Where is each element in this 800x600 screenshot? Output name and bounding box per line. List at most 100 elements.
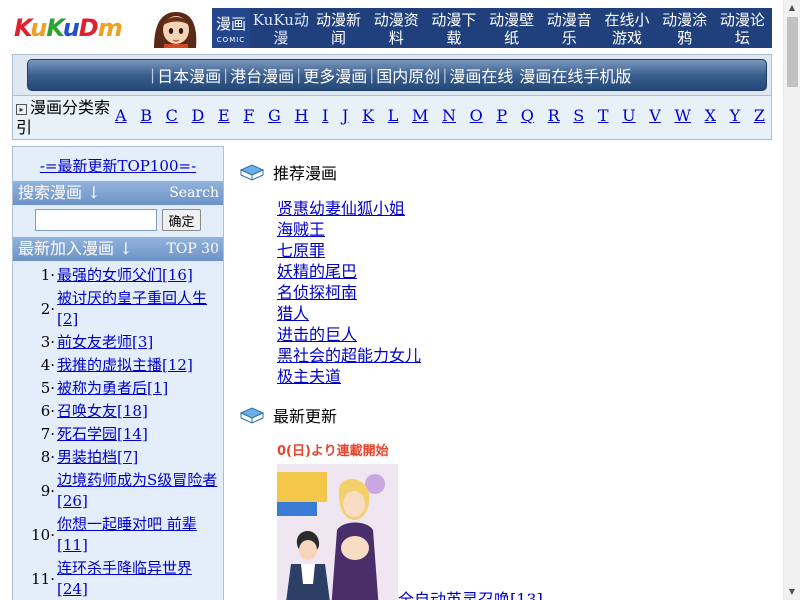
letter-link-g[interactable]: G — [268, 106, 281, 125]
letter-link-y[interactable]: Y — [730, 106, 741, 125]
comic-link[interactable]: 连环杀手降临异世界[24] — [55, 558, 219, 600]
comic-link[interactable]: 边境药师成为S级冒险者[26] — [55, 470, 219, 512]
list-item-number: 7· — [40, 425, 55, 443]
latest-comic-link[interactable]: 全自动英灵召唤[13] — [398, 586, 543, 600]
comic-link[interactable]: 召唤女友[18] — [55, 401, 148, 422]
subnav-japanese-comics[interactable]: 日本漫画 — [157, 63, 221, 87]
topnav-anime-wallpaper[interactable]: 动漫壁纸 — [483, 8, 541, 48]
nav-separator: | — [442, 66, 448, 84]
comic-link[interactable]: 被称为勇者后[1] — [55, 378, 168, 399]
letter-link-s[interactable]: S — [573, 106, 584, 125]
latest-added-top30-label: TOP 30 — [166, 241, 220, 257]
site-logo[interactable]: KuKuDm — [12, 8, 212, 48]
search-section-title: 搜索漫画 ↓ — [18, 183, 101, 202]
comic-link[interactable]: 被讨厌的皇子重回人生[2] — [55, 288, 219, 330]
comic-link[interactable]: 我推的虚拟主播[12] — [55, 355, 193, 376]
list-item-number: 6· — [40, 402, 55, 420]
recommended-comic-link[interactable]: 极主夫道 — [277, 367, 341, 386]
topnav-anime-music[interactable]: 动漫音乐 — [540, 8, 598, 48]
letter-link-p[interactable]: P — [496, 106, 507, 125]
list-item: 7· 死石学园[14] — [13, 424, 219, 445]
letter-link-r[interactable]: R — [548, 106, 560, 125]
letter-link-n[interactable]: N — [442, 106, 456, 125]
recommended-comic-link[interactable]: 海贼王 — [277, 220, 325, 239]
comic-section-tag[interactable]: 漫画 COMIC — [212, 8, 250, 48]
book-icon — [240, 407, 264, 424]
letter-link-o[interactable]: O — [470, 106, 483, 125]
comic-link[interactable]: 死石学园[14] — [55, 424, 148, 445]
subnav-more-comics[interactable]: 更多漫画 — [303, 63, 367, 87]
letter-link-u[interactable]: U — [622, 106, 635, 125]
letter-link-l[interactable]: L — [388, 106, 399, 125]
letter-link-q[interactable]: Q — [521, 106, 534, 125]
subnav-domestic-original[interactable]: 国内原创 — [376, 63, 440, 87]
list-item: 10· 你想一起睡对吧 前辈[11] — [13, 514, 219, 556]
recommended-comic-link[interactable]: 名侦探柯南 — [277, 283, 357, 302]
scroll-down-arrow-icon[interactable]: ▼ — [784, 584, 800, 600]
nav-separator: | — [296, 66, 302, 84]
alphabet-index: ▸ 漫画分类索引 A B C D E F G H I J K L M N O P … — [12, 96, 772, 140]
topnav-kuku-anime[interactable]: KuKu动漫 — [252, 8, 310, 48]
subnav-comics-mobile[interactable]: 漫画在线手机版 — [519, 63, 631, 87]
top100-link[interactable]: -=最新更新TOP100=- — [40, 157, 196, 175]
letter-link-c[interactable]: C — [166, 106, 178, 125]
topnav-online-games[interactable]: 在线小 游戏 — [598, 8, 656, 48]
search-confirm-button[interactable]: 确定 — [162, 209, 201, 231]
list-item: 4· 我推的虚拟主播[12] — [13, 355, 219, 376]
list-item-number: 9· — [40, 482, 55, 500]
recommended-header: 推荐漫画 — [240, 160, 337, 184]
vertical-scrollbar[interactable]: ▲ ▼ — [783, 0, 800, 600]
section-sublabel: COMIC — [216, 36, 246, 44]
letter-link-x[interactable]: X — [705, 106, 716, 125]
list-item: 极主夫道 — [277, 366, 421, 387]
letter-link-b[interactable]: B — [140, 106, 152, 125]
letter-link-i[interactable]: I — [322, 106, 328, 125]
subnav-comics-online[interactable]: 漫画在线 — [449, 63, 513, 87]
letter-link-k[interactable]: K — [362, 106, 374, 125]
comic-link[interactable]: 最强的女师父们[16] — [55, 265, 193, 286]
recommended-comic-link[interactable]: 黑社会的超能力女儿 — [277, 346, 421, 365]
subnav-hk-tw-comics[interactable]: 港台漫画 — [230, 63, 294, 87]
recommended-comic-link[interactable]: 七原罪 — [277, 241, 325, 260]
search-section-header: 搜索漫画 ↓ Search — [13, 181, 223, 205]
letter-link-e[interactable]: E — [218, 106, 230, 125]
recommended-comic-link[interactable]: 妖精的尾巴 — [277, 262, 357, 281]
list-item: 8· 男装拍档[7] — [13, 447, 219, 468]
logo-wordmark: KuKuDm — [14, 14, 123, 42]
recommended-comic-link[interactable]: 贤惠幼妻仙狐小姐 — [277, 199, 405, 218]
latest-added-title: 最新加入漫画 ↓ — [18, 239, 133, 258]
list-item: 海贼王 — [277, 219, 421, 240]
scrollbar-thumb[interactable] — [787, 17, 798, 87]
letter-link-d[interactable]: D — [192, 106, 205, 125]
letter-link-m[interactable]: M — [412, 106, 428, 125]
letter-link-j[interactable]: J — [342, 106, 348, 125]
topnav-anime-forum[interactable]: 动漫论坛 — [714, 8, 772, 48]
letter-link-h[interactable]: H — [294, 106, 308, 125]
letter-link-a[interactable]: A — [115, 106, 127, 125]
comic-link[interactable]: 男装拍档[7] — [55, 447, 138, 468]
topnav-anime-doodle[interactable]: 动漫涂鸦 — [656, 8, 714, 48]
list-item: 贤惠幼妻仙狐小姐 — [277, 198, 421, 219]
letter-link-w[interactable]: W — [675, 106, 691, 125]
cover-banner-text: 0(日)より連載開始 — [277, 440, 398, 464]
list-item: 2· 被讨厌的皇子重回人生[2] — [13, 288, 219, 330]
recommended-comic-link[interactable]: 进击的巨人 — [277, 325, 357, 344]
list-item: 妖精的尾巴 — [277, 261, 421, 282]
letter-link-z[interactable]: Z — [754, 106, 765, 125]
letter-link-v[interactable]: V — [649, 106, 661, 125]
letter-link-f[interactable]: F — [243, 106, 254, 125]
topnav-anime-download[interactable]: 动漫下载 — [425, 8, 483, 48]
search-section-english-label: Search — [169, 185, 219, 201]
comic-link[interactable]: 前女友老师[3] — [55, 332, 153, 353]
latest-update-header: 最新更新 — [240, 403, 337, 427]
search-input[interactable] — [35, 209, 158, 231]
letter-link-t[interactable]: T — [598, 106, 609, 125]
topnav-anime-news[interactable]: 动漫新闻 — [310, 8, 368, 48]
recommended-comic-link[interactable]: 猎人 — [277, 304, 309, 323]
comic-cover-image[interactable]: 0(日)より連載開始 — [277, 440, 398, 600]
topnav-anime-info[interactable]: 动漫资料 — [367, 8, 425, 48]
list-item: 5· 被称为勇者后[1] — [13, 378, 219, 399]
nav-separator: | — [369, 66, 375, 84]
scroll-up-arrow-icon[interactable]: ▲ — [784, 0, 800, 16]
comic-link[interactable]: 你想一起睡对吧 前辈[11] — [55, 514, 219, 556]
